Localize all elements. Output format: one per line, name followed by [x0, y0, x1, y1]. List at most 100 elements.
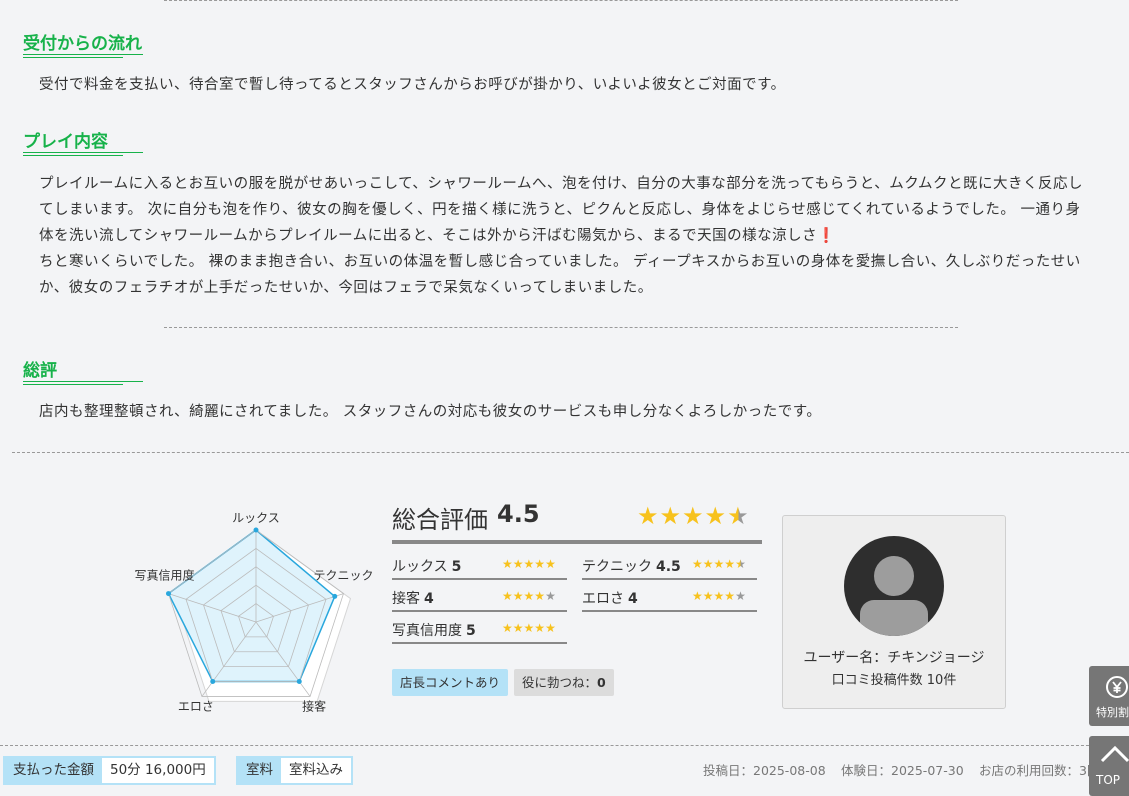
radar-axis-label: 写真信用度 [134, 568, 194, 583]
radar-axis-label: エロさ [178, 699, 214, 713]
star-icon: ★ [637, 502, 660, 530]
radar-point [332, 593, 338, 599]
user-post-count: 口コミ投稿件数 10件 [831, 673, 957, 688]
rating-item-stars: ★★★★★ [692, 557, 746, 571]
room-fee-box: 室料 室料込み [236, 756, 353, 785]
total-rating-value: 4.5 [497, 500, 540, 528]
divider-bottom [0, 745, 1129, 746]
star-icon: ★ [512, 589, 524, 603]
paid-amount-value: 50分 16,000円 [110, 762, 206, 778]
star-icon: ★ [523, 589, 535, 603]
radar-point [166, 591, 172, 597]
rating-item-label: 接客 [392, 591, 420, 607]
divider-wide [12, 452, 1129, 453]
star-icon: ★ [502, 589, 513, 603]
divider-mid [164, 327, 958, 328]
star-icon: ★ [512, 621, 524, 635]
rating-item-photo-trust: 写真信用度 5 ★★★★★ [392, 620, 567, 644]
summary-text: 店内も整理整頓され、綺麗にされてました。 スタッフさんの対応も彼女のサービスも申… [39, 404, 822, 420]
special-discount-tab[interactable]: 特別割 [1089, 666, 1129, 726]
total-rating: 総合評価 4.5 ★★★★★ [392, 500, 762, 544]
total-rating-label: 総合評価 [392, 506, 488, 534]
rating-item-value: 4 [628, 591, 638, 607]
star-icon: ★ [692, 589, 703, 603]
radar-chart: ルックステクニック接客 エロさ 写真信用度 [134, 511, 373, 713]
star-icon: ★ [502, 557, 513, 571]
rating-item-label: テクニック [582, 559, 652, 575]
star-icon: ★ [702, 557, 714, 571]
star-icon: ★ [545, 621, 556, 635]
star-icon: ★ [704, 502, 728, 530]
useful-button[interactable]: 役に勃つね：0 [514, 669, 614, 696]
radar-point [210, 679, 216, 685]
star-icon: ★ [512, 557, 524, 571]
heading-flow-text: 受付からの流れ [23, 34, 142, 54]
play-text: プレイルームに入るとお互いの服を脱がせあいっこして、シャワールームへ、泡を付け、… [39, 171, 1084, 301]
star-icon: ★ [713, 557, 725, 571]
radar-axis-label: 接客 [302, 698, 326, 713]
heading-summary-text: 総評 [23, 361, 57, 381]
rating-item-stars: ★★★★★ [692, 589, 746, 603]
star-icon: ★ [724, 589, 736, 603]
rating-item-label: 写真信用度 [392, 623, 462, 639]
paid-amount-box: 支払った金額 50分 16,000円 [3, 756, 216, 785]
star-icon: ★ [502, 621, 513, 635]
star-icon: ★ [523, 621, 535, 635]
flow-text: 受付で料金を支払い、待合室で暫し待ってるとスタッフさんからお呼びが掛かり、いよい… [39, 77, 786, 93]
play-text-line2: ちと寒いくらいでした。 裸のまま抱き合い、お互いの体温を暫し感じ合っていました。… [39, 254, 1081, 296]
rating-item-value: 4.5 [656, 559, 681, 575]
radar-point [296, 679, 302, 685]
heading-summary: 総評 [23, 356, 143, 385]
paid-amount-label: 支払った金額 [5, 758, 102, 783]
rating-item-value: 4 [424, 591, 434, 607]
total-rating-stars: ★★★★★ [637, 502, 750, 530]
rating-item-value: 5 [451, 559, 462, 575]
heading-play-text: プレイ内容 [23, 132, 108, 152]
play-text-line1: プレイルームに入るとお互いの服を脱がせあいっこして、シャワールームへ、泡を付け、… [39, 176, 1084, 244]
back-to-top-label: TOP [1096, 773, 1121, 787]
star-icon: ★ [682, 502, 705, 530]
useful-count: 0 [597, 675, 606, 690]
room-fee-value: 室料込み [289, 762, 343, 778]
star-icon: ★ [735, 589, 746, 603]
manager-comment-badge[interactable]: 店長コメントあり [392, 669, 509, 696]
special-discount-label: 特別割 [1096, 706, 1129, 719]
experience-date: 体験日：2025-07-30 [841, 763, 964, 778]
user-card: ユーザー名：チキンジョージ 口コミ投稿件数 10件 [782, 515, 1006, 709]
star-icon: ★ [523, 557, 535, 571]
star-icon: ★ [534, 621, 546, 635]
radar-point [253, 527, 259, 533]
rating-item-looks: ルックス 5 ★★★★★ [392, 556, 567, 580]
star-icon: ★ [735, 557, 746, 571]
star-icon: ★ [534, 589, 546, 603]
star-icon: ★ [692, 557, 703, 571]
star-icon: ★ [724, 557, 736, 571]
radar-axis-label: テクニック [313, 569, 373, 583]
divider-top [164, 0, 958, 1]
back-to-top-tab[interactable]: TOP [1089, 736, 1129, 796]
useful-label: 役に勃つね： [522, 675, 598, 690]
rating-item-stars: ★★★★★ [502, 589, 556, 603]
rating-item-value: 5 [466, 623, 476, 639]
star-icon: ★ [534, 557, 546, 571]
exclamation-icon: ❗ [817, 228, 836, 244]
chevron-up-icon [1100, 745, 1129, 763]
rating-item-stars: ★★★★★ [502, 621, 556, 635]
rating-item-label: ルックス [392, 559, 448, 575]
star-icon: ★ [545, 557, 556, 571]
rating-item-eroticism: エロさ 4 ★★★★★ [582, 588, 757, 612]
avatar [844, 536, 944, 636]
star-icon: ★ [713, 589, 725, 603]
room-fee-label: 室料 [238, 758, 281, 783]
star-icon: ★ [545, 589, 556, 603]
rating-item-technique: テクニック 4.5 ★★★★★ [582, 556, 757, 580]
star-icon: ★ [727, 502, 750, 530]
rating-item-stars: ★★★★★ [502, 557, 556, 571]
rating-item-label: エロさ [582, 591, 624, 607]
radar-axis-label: ルックス [232, 511, 280, 525]
yen-icon [1106, 676, 1128, 698]
star-icon: ★ [659, 502, 683, 530]
posted-date: 投稿日：2025-08-08 [703, 763, 826, 778]
star-icon: ★ [702, 589, 714, 603]
rating-item-service: 接客 4 ★★★★★ [392, 588, 567, 612]
